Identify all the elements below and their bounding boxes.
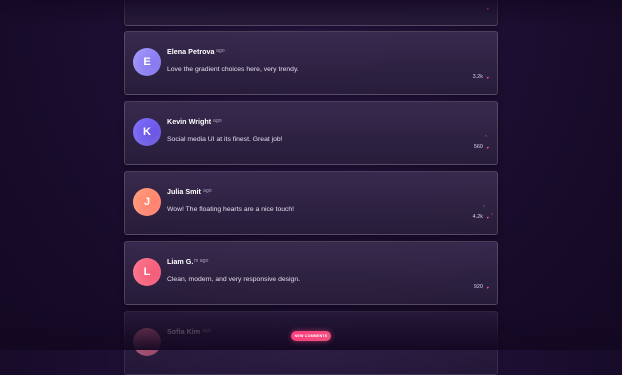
avatar[interactable]	[133, 328, 161, 356]
like-count: 3.2k	[472, 74, 483, 80]
heart-icon[interactable]: ♥	[487, 215, 489, 220]
comment-card: L Liam G. m ago Clean, modern, and very …	[124, 241, 498, 305]
heart-icon[interactable]: ♥	[487, 285, 489, 290]
comment-time: ago	[213, 118, 222, 124]
comment-text: Social media UI at its finest. Great job…	[167, 136, 283, 143]
comment-card: E Elena Petrova ago Love the gradient ch…	[124, 31, 498, 95]
heart-icon[interactable]: ♥	[487, 6, 489, 11]
comment-card: ♥	[124, 0, 498, 26]
comment-card: J Julia Smit ago Wow! The floating heart…	[124, 171, 498, 235]
comment-author[interactable]: Elena Petrova	[167, 47, 215, 56]
heart-icon[interactable]: ♥	[487, 145, 489, 150]
floating-heart-icon: ♥	[491, 212, 493, 216]
comment-author[interactable]: Liam G.	[167, 257, 193, 266]
comment-text: Clean, modern, and very responsive desig…	[167, 276, 300, 283]
comment-text: Wow! The floating hearts are a nice touc…	[167, 206, 295, 213]
comment-time: ago	[216, 48, 225, 54]
floating-heart-icon: ♥	[483, 204, 485, 208]
like-count: 560	[473, 144, 483, 150]
comment-author[interactable]: Sofia Kim	[167, 327, 200, 336]
heart-icon[interactable]: ♥	[487, 75, 489, 80]
comment-time: ago	[202, 328, 211, 334]
avatar[interactable]: L	[133, 258, 161, 286]
avatar[interactable]: K	[133, 118, 161, 146]
comment-time: ago	[203, 188, 212, 194]
like-count: 4.2k	[472, 214, 483, 220]
new-comments-button[interactable]: NEW COMMENTS	[291, 331, 331, 341]
like-count: 920	[473, 284, 483, 290]
avatar[interactable]: J	[133, 188, 161, 216]
comment-author[interactable]: Julia Smit	[167, 187, 201, 196]
avatar[interactable]: E	[133, 48, 161, 76]
comment-card: Sofia Kim ago	[124, 311, 498, 375]
floating-heart-icon: ♥	[485, 134, 487, 138]
comment-time: m ago	[194, 258, 209, 264]
comment-author[interactable]: Kevin Wright	[167, 117, 211, 126]
comment-text: Love the gradient choices here, very tre…	[167, 66, 299, 73]
comment-card: K Kevin Wright ago Social media UI at it…	[124, 101, 498, 165]
